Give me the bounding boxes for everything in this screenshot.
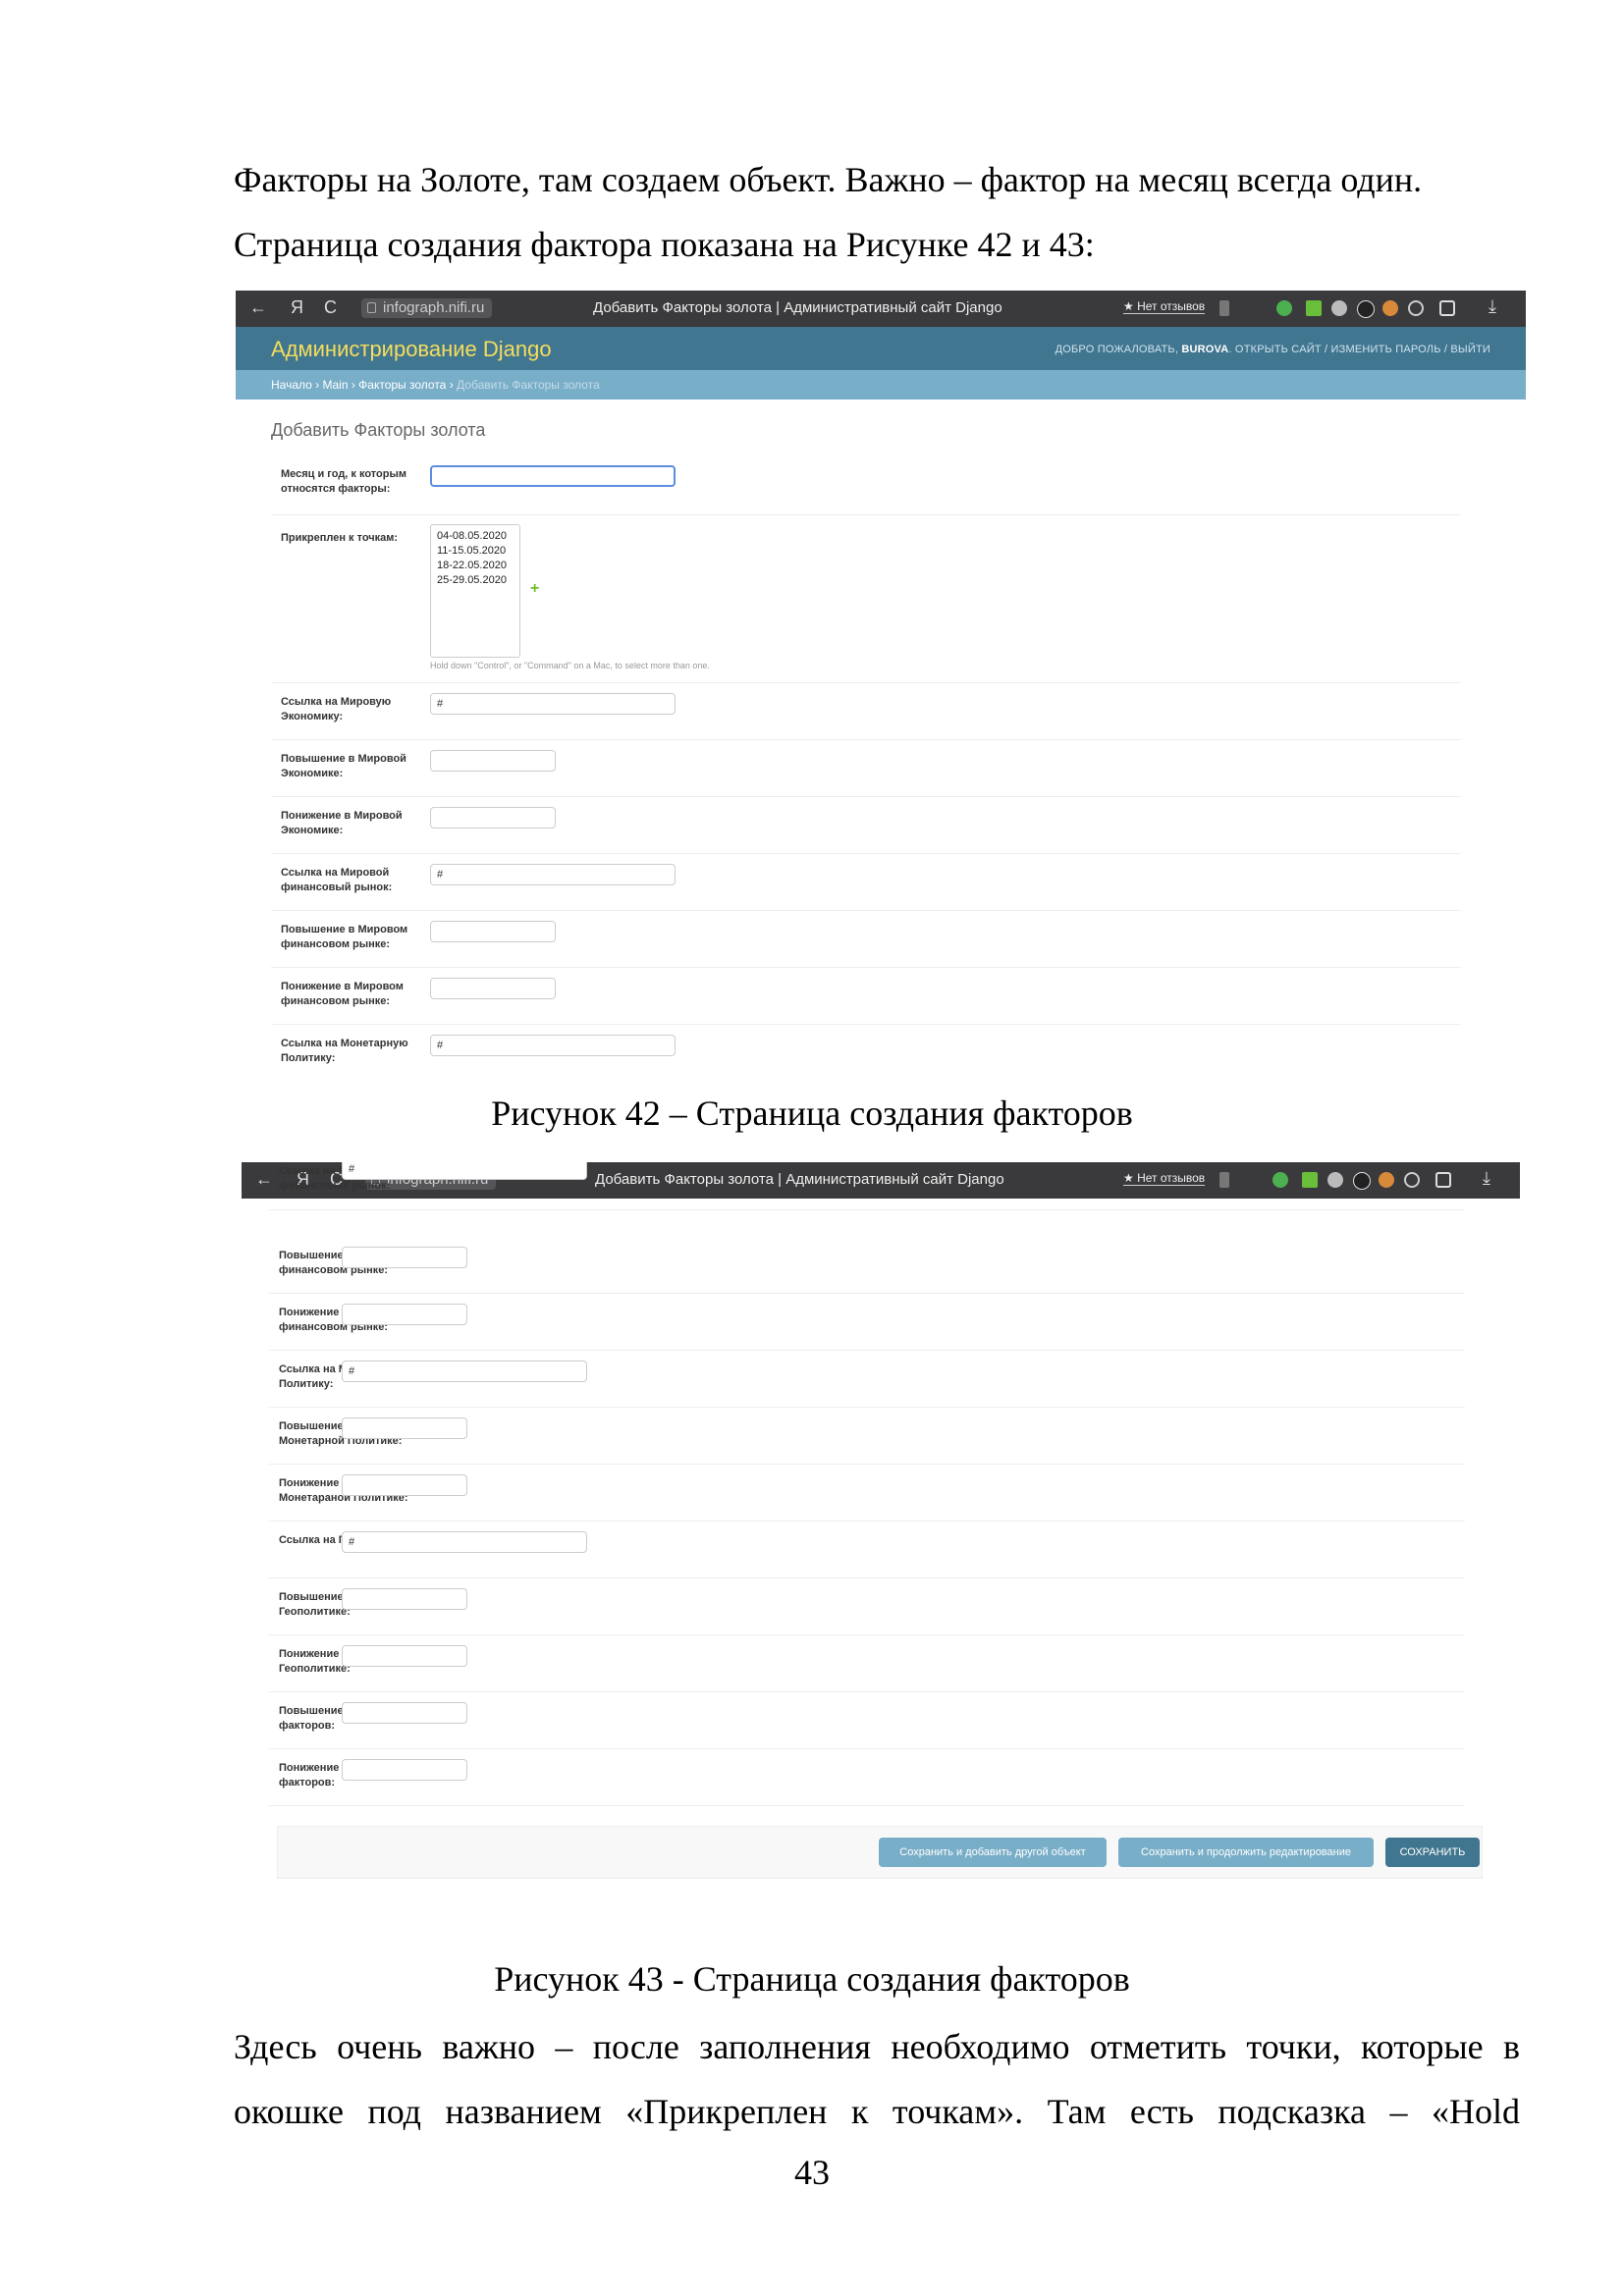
bookmark-icon[interactable] bbox=[1219, 300, 1229, 316]
figure-caption: Рисунок 42 – Страница создания факторов bbox=[491, 1094, 1133, 1133]
form-row: Прикреплен к точкам: 04-08.05.2020 11-15.… bbox=[271, 515, 1461, 683]
form-row: Повышение в Мировомфинансовом рынке: bbox=[271, 911, 1461, 968]
reload-icon[interactable]: C bbox=[324, 297, 337, 318]
help-text: Hold down "Control", or "Command" on a M… bbox=[430, 661, 710, 670]
user-tools: ДОБРО ПОЖАЛОВАТЬ, BUROVA. ОТКРЫТЬ САЙТ /… bbox=[1055, 344, 1490, 355]
figure-caption: Рисунок 43 - Страница создания факторов bbox=[494, 1959, 1130, 1999]
browser-toolbar: ← Я C infograph.nifi.ru Добавить Факторы… bbox=[236, 291, 1526, 327]
field-input[interactable] bbox=[342, 1588, 467, 1610]
field-input[interactable] bbox=[342, 1702, 467, 1724]
page-number: 43 bbox=[794, 2153, 830, 2192]
lock-icon bbox=[367, 302, 376, 313]
breadcrumb: Начало › Main › Факторы золота › Добавит… bbox=[236, 370, 1526, 400]
admin-brand[interactable]: Администрирование Django bbox=[271, 337, 552, 362]
extensions-icon[interactable] bbox=[1439, 300, 1455, 316]
download-helper-icon[interactable] bbox=[1306, 300, 1322, 316]
glasses-icon[interactable] bbox=[1357, 300, 1375, 318]
paragraph-line: Здесь очень важно – после заполнения нео… bbox=[234, 2027, 1520, 2066]
field-input[interactable] bbox=[342, 1417, 467, 1439]
atom-icon[interactable] bbox=[1408, 300, 1424, 316]
download-icon[interactable]: ⤓ bbox=[1483, 1168, 1490, 1189]
reviews-button[interactable]: ★ Нет отзывов bbox=[1123, 299, 1206, 314]
save-and-add-another-button[interactable]: Сохранить и добавить другой объект bbox=[879, 1838, 1107, 1867]
month-year-input[interactable] bbox=[430, 465, 676, 487]
field-input[interactable]: # bbox=[342, 1162, 587, 1180]
user-tools-links[interactable]: . ОТКРЫТЬ САЙТ / ИЗМЕНИТЬ ПАРОЛЬ / ВЫЙТИ bbox=[1228, 344, 1490, 355]
form-row: Повышение в Монетарной Политике: bbox=[269, 1408, 1465, 1465]
form-row: Ссылка на МонетарнуюПолитику: # bbox=[271, 1025, 1461, 1072]
field-input[interactable]: # bbox=[342, 1361, 587, 1382]
shield-icon[interactable] bbox=[1276, 300, 1292, 316]
field-label: Понижение в Мировом финансовом рынке: bbox=[281, 981, 404, 1007]
paragraph-line: окошке под названием «Прикреплен к точка… bbox=[234, 2092, 1520, 2131]
field-input[interactable]: # bbox=[430, 864, 676, 885]
field-input[interactable] bbox=[342, 1645, 467, 1667]
save-button[interactable]: СОХРАНИТЬ bbox=[1385, 1838, 1480, 1867]
paragraph-line: Факторы на Золоте, там создаем объект. В… bbox=[234, 160, 1423, 199]
form-row: Понижение в Мировом финансовом рынке: bbox=[271, 968, 1461, 1025]
field-input[interactable] bbox=[342, 1474, 467, 1496]
globe-icon[interactable] bbox=[1331, 300, 1347, 316]
url-text: infograph.nifi.ru bbox=[383, 299, 485, 316]
form-row: Понижение в Мировой Экономике: bbox=[271, 797, 1461, 854]
yandex-icon[interactable]: Я bbox=[291, 297, 303, 318]
form-row: Повышение в Мировомфинансовом рынке: bbox=[269, 1237, 1465, 1294]
field-label: Ссылка на МонетарнуюПолитику: bbox=[281, 1038, 408, 1064]
save-and-continue-button[interactable]: Сохранить и продолжить редактирование bbox=[1118, 1838, 1374, 1867]
field-input[interactable] bbox=[430, 750, 556, 772]
admin-header: Администрирование Django ДОБРО ПОЖАЛОВАТ… bbox=[236, 327, 1526, 370]
field-label: Ссылка на Мировой финансовый рынок: bbox=[281, 867, 393, 893]
field-input[interactable] bbox=[430, 921, 556, 942]
form-row: Понижение в Весах факторов: bbox=[269, 1749, 1465, 1806]
multiselect-option[interactable]: 11-15.05.2020 bbox=[437, 544, 514, 559]
breadcrumb-links[interactable]: Начало › Main › Факторы золота › bbox=[271, 378, 454, 392]
page-title: Добавить Факторы золота bbox=[271, 420, 486, 440]
field-input[interactable] bbox=[430, 978, 556, 999]
form-row: Понижение в Монетараной Политике: bbox=[269, 1465, 1465, 1522]
field-input[interactable]: # bbox=[430, 693, 676, 715]
field-input[interactable] bbox=[342, 1247, 467, 1268]
form-row: Ссылка на Геополитику:# bbox=[269, 1522, 1465, 1578]
multiselect-option[interactable]: 18-22.05.2020 bbox=[437, 559, 514, 573]
multiselect-option[interactable]: 25-29.05.2020 bbox=[437, 573, 514, 588]
form-row: Ссылка на Мировой финансовый рынок: # bbox=[269, 1162, 1465, 1210]
attached-points-multiselect[interactable]: 04-08.05.2020 11-15.05.2020 18-22.05.2020 2… bbox=[430, 524, 520, 658]
figure-43-screenshot: ← Я C infograph.nifi.ru Добавить Факторы… bbox=[242, 1162, 1520, 1879]
field-input[interactable] bbox=[430, 807, 556, 828]
back-arrow-icon[interactable]: ← bbox=[249, 297, 267, 318]
field-label: Прикреплен к точкам: bbox=[281, 532, 399, 544]
add-point-icon[interactable]: + bbox=[530, 580, 539, 598]
form-row: Повышение в Весах факторов: bbox=[269, 1692, 1465, 1749]
field-label: Повышение в Мировой Экономике: bbox=[281, 753, 406, 779]
form-row: Повышение в Геополитике: bbox=[269, 1578, 1465, 1635]
form-row: Понижение в Геополитике: bbox=[269, 1635, 1465, 1692]
form-row: Месяц и год, к которым относятся факторы: bbox=[271, 455, 1461, 515]
tab-title: Добавить Факторы золота | Административн… bbox=[593, 299, 1002, 316]
field-input[interactable] bbox=[342, 1304, 467, 1325]
download-icon[interactable]: ⤓ bbox=[1489, 296, 1496, 317]
figure-42-screenshot: ← Я C infograph.nifi.ru Добавить Факторы… bbox=[236, 291, 1526, 1072]
form-row: Понижение в Мировом финансовом рынке: bbox=[269, 1294, 1465, 1351]
field-label: Ссылка на Мировую Экономику: bbox=[281, 696, 392, 722]
form-row: Ссылка на МонетарнуюПолитику:# bbox=[269, 1351, 1465, 1408]
form-row: Ссылка на Мировой финансовый рынок: # bbox=[271, 854, 1461, 911]
cookie-icon[interactable] bbox=[1382, 300, 1398, 316]
field-input[interactable]: # bbox=[342, 1531, 587, 1553]
field-input[interactable] bbox=[342, 1759, 467, 1781]
field-label: Понижение в Мировой Экономике: bbox=[281, 810, 403, 836]
field-label: Месяц и год, к которым относятся факторы: bbox=[281, 468, 406, 495]
breadcrumb-current: Добавить Факторы золота bbox=[457, 378, 600, 392]
form-row: Повышение в Мировой Экономике: bbox=[271, 740, 1461, 797]
submit-row: Сохранить и добавить другой объект Сохра… bbox=[277, 1826, 1483, 1879]
form-row: Ссылка на Мировую Экономику: # bbox=[271, 683, 1461, 740]
paragraph-line: Страница создания фактора показана на Ри… bbox=[234, 225, 1095, 264]
field-label: Повышение в Мировомфинансовом рынке: bbox=[281, 924, 408, 950]
multiselect-option[interactable]: 04-08.05.2020 bbox=[437, 529, 514, 544]
address-bar[interactable]: infograph.nifi.ru bbox=[361, 298, 493, 318]
field-input[interactable]: # bbox=[430, 1035, 676, 1056]
